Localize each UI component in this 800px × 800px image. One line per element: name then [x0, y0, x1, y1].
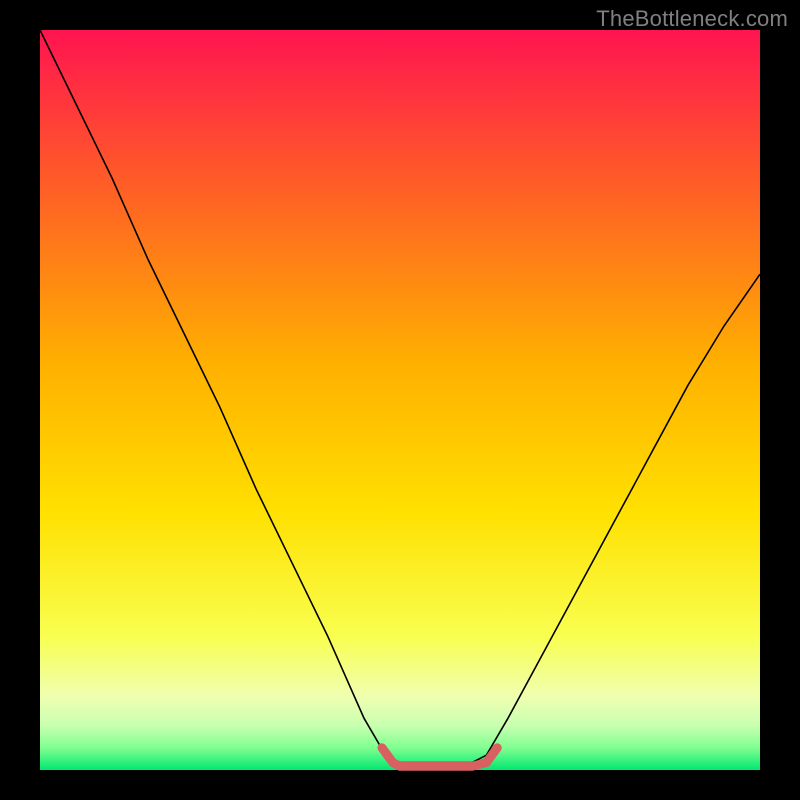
bottleneck-curve-chart	[0, 0, 800, 800]
chart-container: TheBottleneck.com	[0, 0, 800, 800]
attribution-label: TheBottleneck.com	[596, 6, 788, 32]
plot-background	[40, 30, 760, 770]
